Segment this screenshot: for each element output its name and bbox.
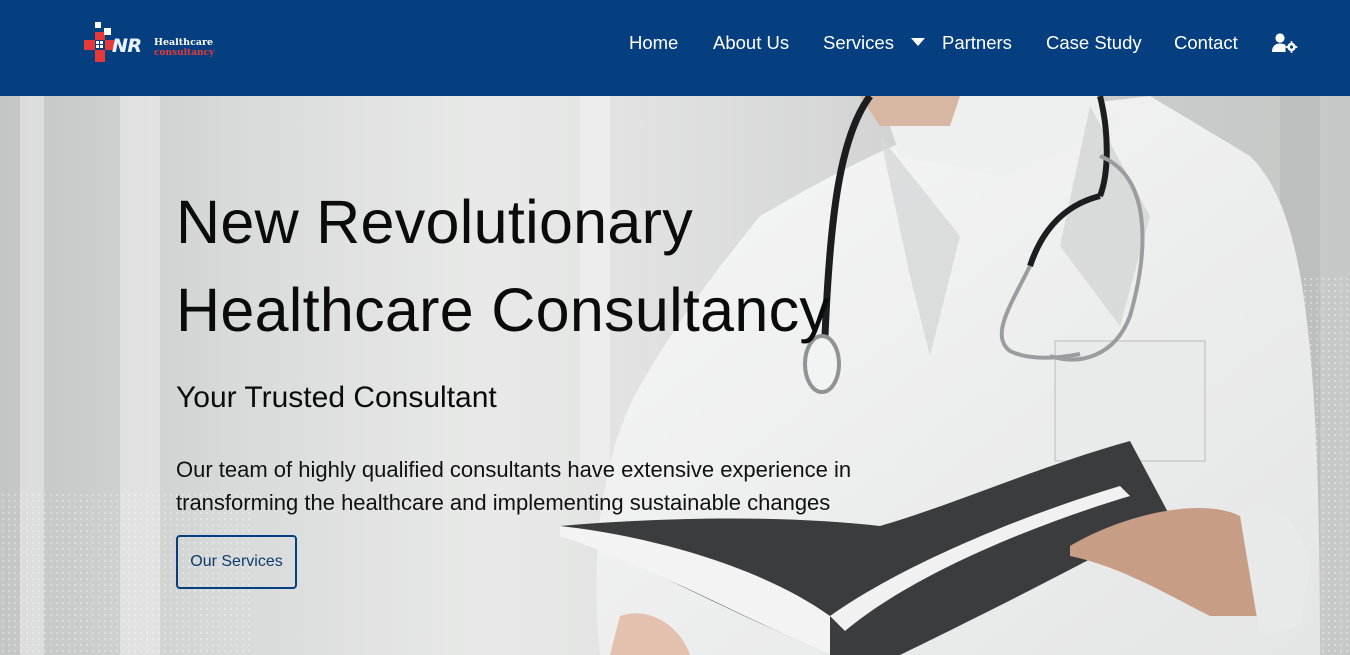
nav-home[interactable]: Home — [629, 31, 678, 55]
hero-description: Our team of highly qualified consultants… — [176, 453, 936, 519]
site-header: NR Healthcare consultancy Home About Us … — [0, 0, 1350, 96]
nav-about-us[interactable]: About Us — [713, 31, 789, 55]
hero-title-line-2: Healthcare Consultancy — [176, 276, 831, 344]
hero-title-line-1: New Revolutionary — [176, 188, 694, 256]
nav-services[interactable]: Services — [823, 31, 894, 55]
hero-subtitle: Your Trusted Consultant — [176, 381, 497, 414]
user-gear-icon[interactable] — [1272, 33, 1298, 53]
hero-section: New Revolutionary Healthcare Consultancy… — [0, 96, 1350, 655]
chevron-down-icon[interactable] — [911, 38, 925, 46]
hero-description-line-1: Our team of highly qualified consultants… — [176, 457, 852, 482]
nav-contact[interactable]: Contact — [1174, 31, 1238, 55]
main-nav: Home About Us Services Partners Case Stu… — [0, 0, 1350, 96]
hero-description-line-2: transforming the healthcare and implemen… — [176, 490, 831, 515]
nav-case-study[interactable]: Case Study — [1046, 31, 1142, 55]
hero-title: New Revolutionary Healthcare Consultancy — [176, 178, 830, 354]
our-services-button[interactable]: Our Services — [176, 535, 297, 589]
nav-partners[interactable]: Partners — [942, 31, 1012, 55]
